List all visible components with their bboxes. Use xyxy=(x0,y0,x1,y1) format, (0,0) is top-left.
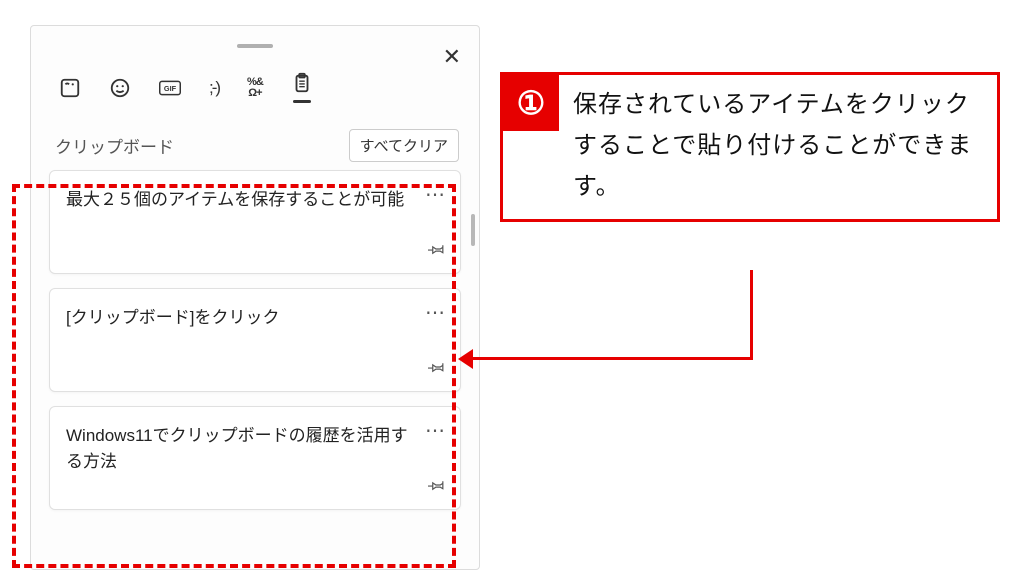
pin-icon xyxy=(428,240,446,258)
item-more-button[interactable]: ⋯ xyxy=(425,303,446,323)
drag-handle[interactable] xyxy=(237,44,273,48)
symbols-top: %& xyxy=(247,77,263,88)
connector-vertical xyxy=(750,270,753,360)
clipboard-item[interactable]: Windows11でクリップボードの履歴を活用する方法 ⋯ xyxy=(49,406,461,510)
pin-button[interactable] xyxy=(428,358,446,381)
section-header: クリップボード すべてクリア xyxy=(31,111,479,170)
clipboard-item-text: Windows11でクリップボードの履歴を活用する方法 xyxy=(66,423,444,474)
clipboard-item[interactable]: [クリップボード]をクリック ⋯ xyxy=(49,288,461,392)
emoji-icon xyxy=(109,77,131,99)
gif-tab[interactable]: GIF xyxy=(159,77,181,99)
pin-button[interactable] xyxy=(428,476,446,499)
clipboard-panel: ✕ GIF ;-) %& Ω+ クリップボード すべてクリア 最大２５個のアイテ… xyxy=(30,25,480,570)
sticker-tab[interactable] xyxy=(59,77,81,99)
kaomoji-tab[interactable]: ;-) xyxy=(209,78,219,98)
clipboard-icon xyxy=(291,72,313,94)
section-title: クリップボード xyxy=(55,133,174,158)
arrowhead-icon xyxy=(458,349,473,369)
active-tab-underline xyxy=(293,100,311,103)
pin-button[interactable] xyxy=(428,240,446,263)
close-button[interactable]: ✕ xyxy=(443,46,461,68)
annotation-text: 保存されているアイテムをクリックすることで貼り付けることができます。 xyxy=(559,75,997,219)
pin-icon xyxy=(428,476,446,494)
step-badge: ① xyxy=(503,75,559,131)
clear-all-button[interactable]: すべてクリア xyxy=(349,129,459,162)
item-more-button[interactable]: ⋯ xyxy=(425,421,446,441)
sticker-icon xyxy=(59,77,81,99)
connector-horizontal xyxy=(470,357,753,360)
clipboard-item[interactable]: 最大２５個のアイテムを保存することが可能 ⋯ xyxy=(49,170,461,274)
emoji-toolbar: GIF ;-) %& Ω+ xyxy=(31,52,479,111)
item-more-button[interactable]: ⋯ xyxy=(425,185,446,205)
clipboard-item-text: 最大２５個のアイテムを保存することが可能 xyxy=(66,187,444,213)
annotation-callout: ① 保存されているアイテムをクリックすることで貼り付けることができます。 xyxy=(500,72,1000,222)
symbols-tab[interactable]: %& Ω+ xyxy=(247,77,263,99)
emoji-tab[interactable] xyxy=(109,77,131,99)
clipboard-item-text: [クリップボード]をクリック xyxy=(66,305,444,331)
gif-icon: GIF xyxy=(159,77,181,99)
symbols-bottom: Ω+ xyxy=(248,88,261,99)
svg-text:GIF: GIF xyxy=(164,83,177,92)
clipboard-items: 最大２５個のアイテムを保存することが可能 ⋯ [クリップボード]をクリック ⋯ … xyxy=(31,170,479,510)
clipboard-tab[interactable] xyxy=(291,72,313,103)
pin-icon xyxy=(428,358,446,376)
